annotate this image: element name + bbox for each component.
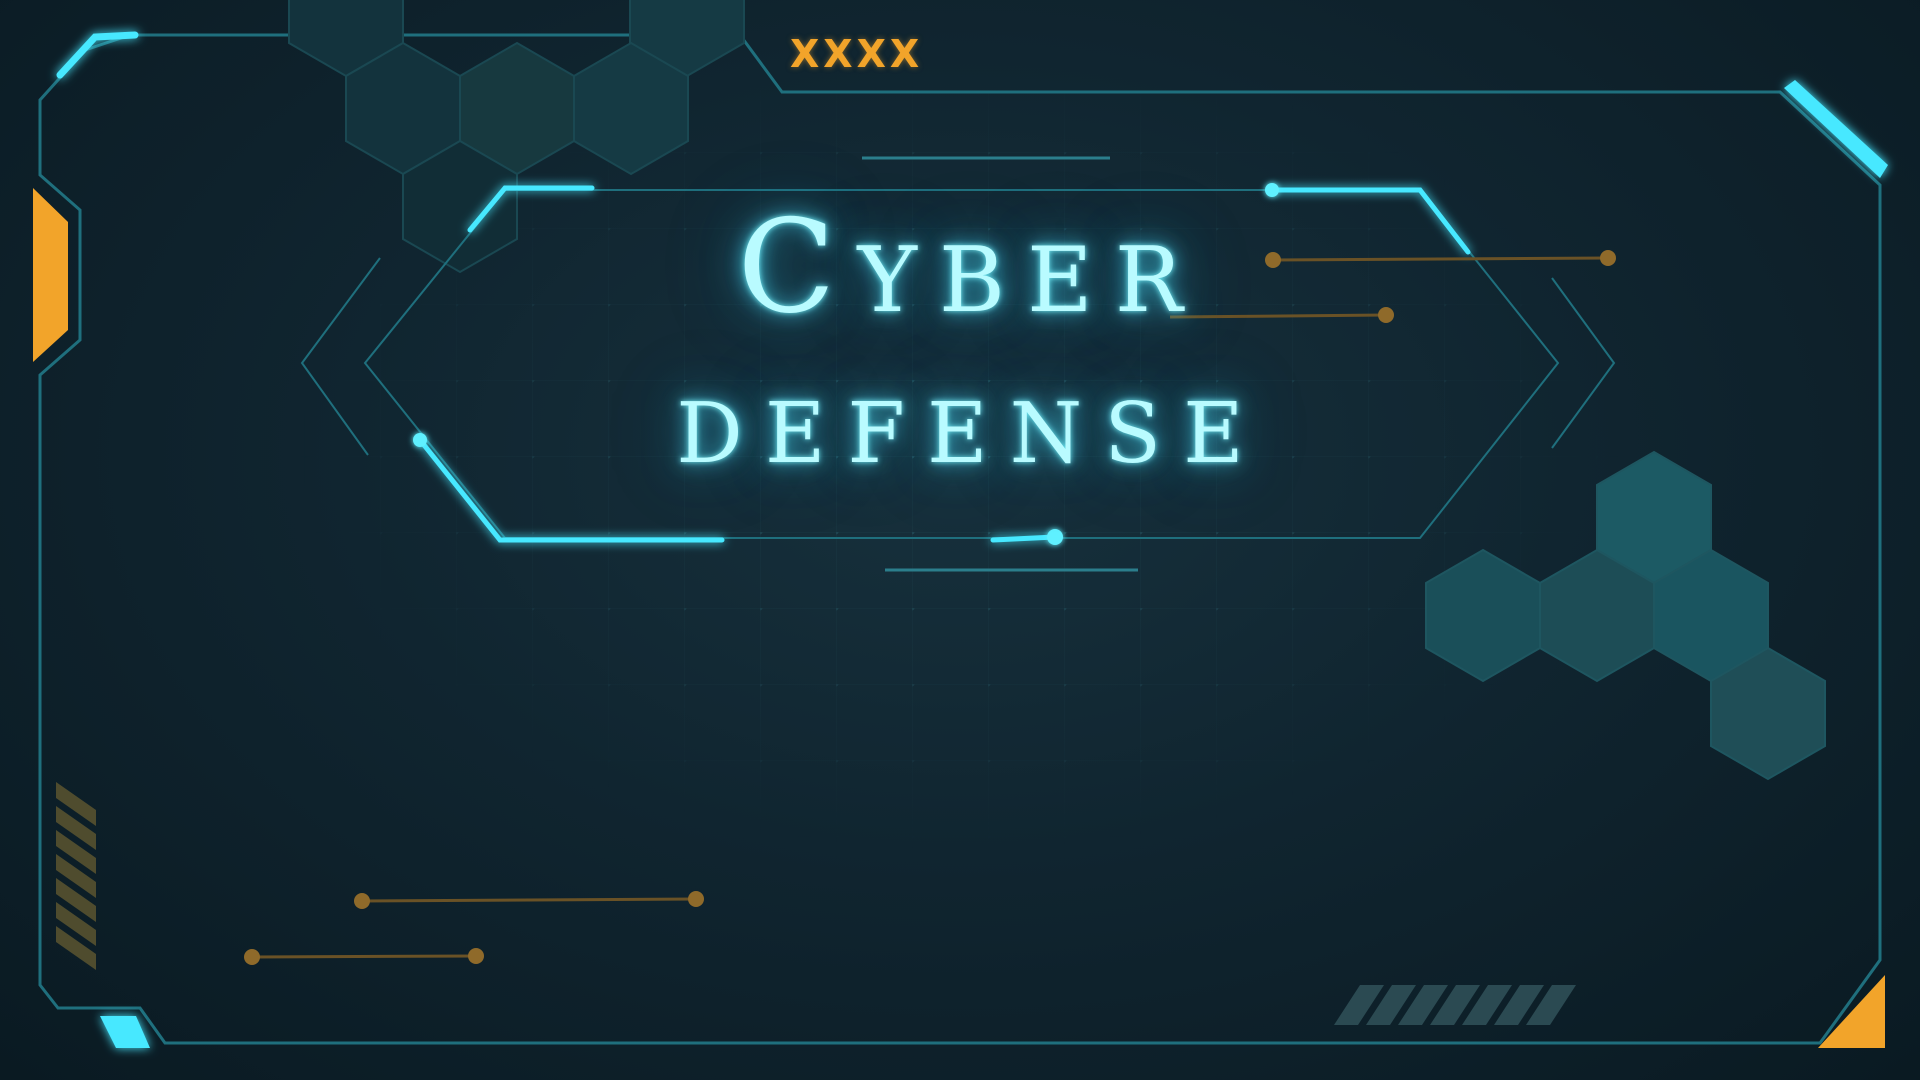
slant-stripes-bottom-right [1334,985,1576,1025]
neon-bar-top-right [1784,80,1888,178]
neon-chip-bottom-left [100,1016,150,1048]
hud-background: XXXX Cyber defense [0,0,1920,1080]
title-line-defense: defense [676,352,1266,490]
title-line-cyber: Cyber [737,193,1205,342]
hatch-stripes-left [56,782,96,970]
amber-corner-bottom-right [1818,975,1885,1048]
top-marker-label: XXXX [790,32,924,76]
neon-corner-top-left [56,31,139,79]
hud-frame-graphics [33,0,1888,1048]
